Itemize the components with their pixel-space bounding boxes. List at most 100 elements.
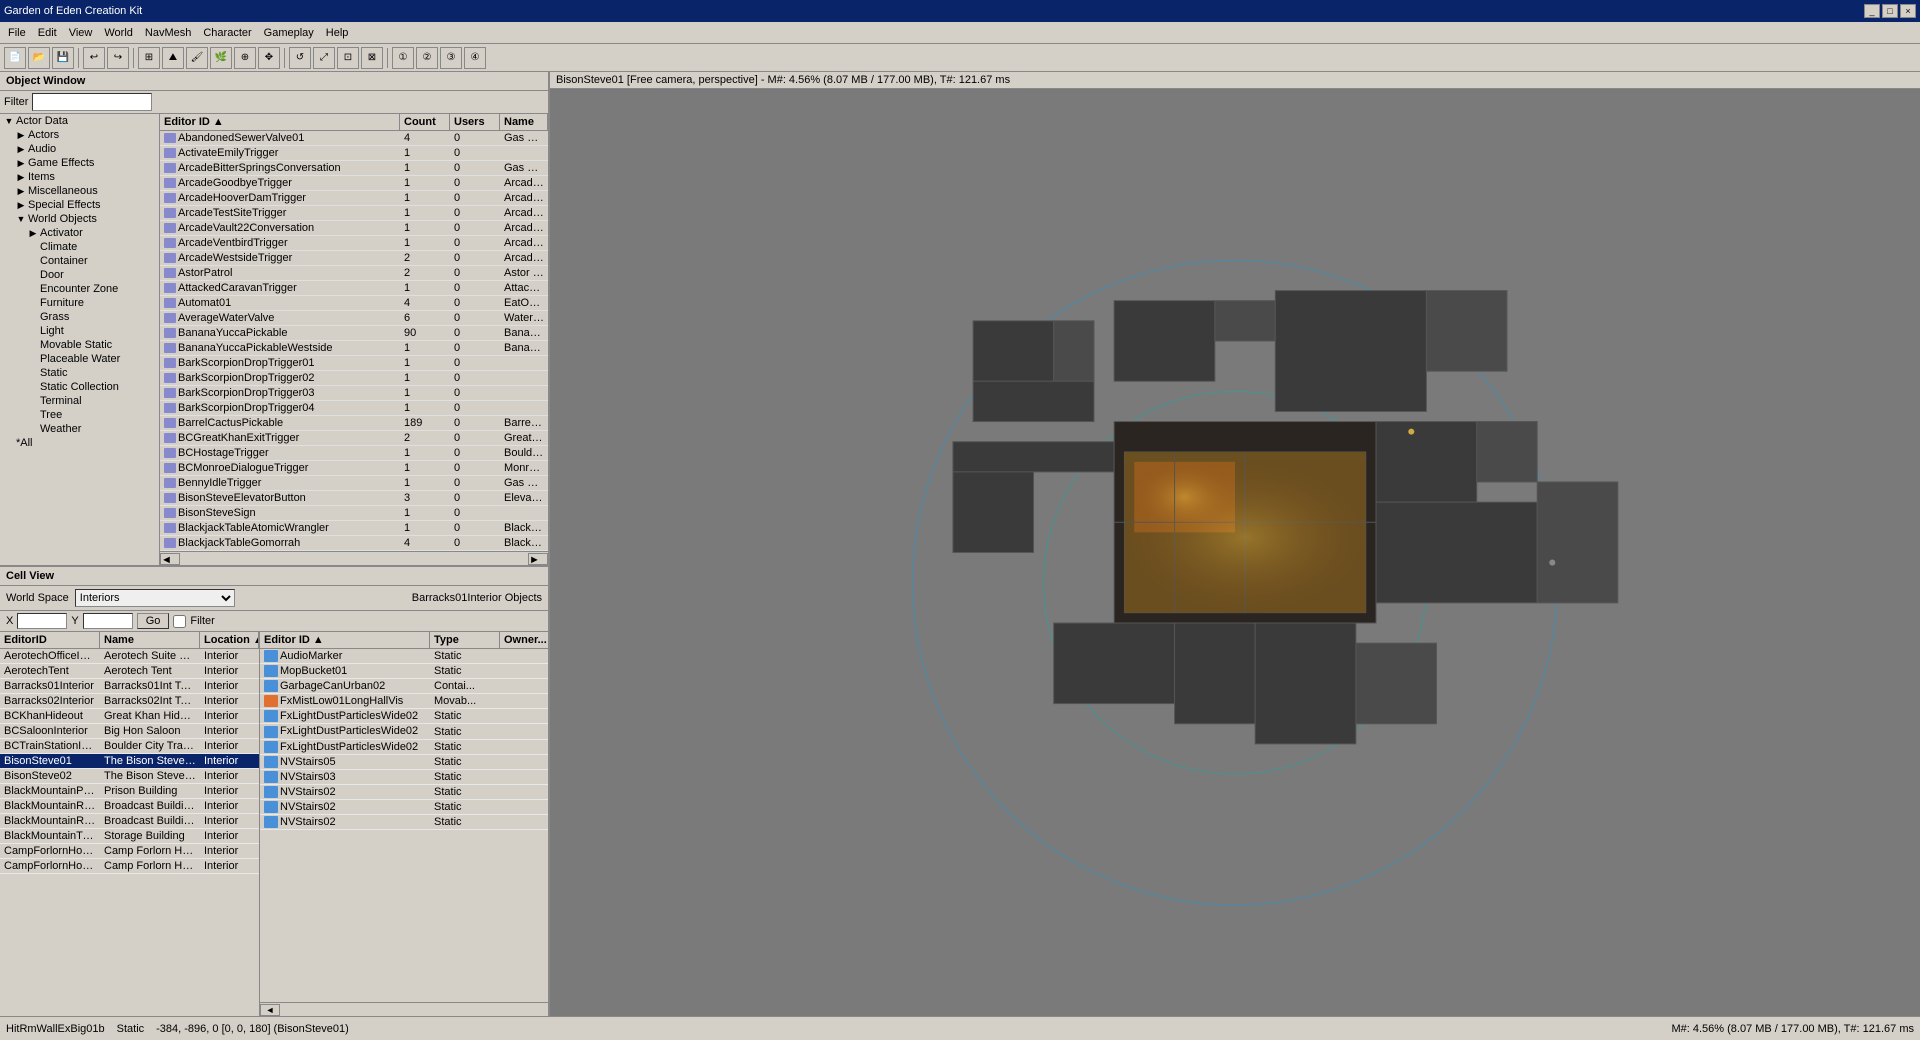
tree-weather[interactable]: Weather <box>0 422 159 436</box>
tree-climate[interactable]: Climate <box>0 240 159 254</box>
obj-list-row[interactable]: NVStairs03 Static <box>260 770 548 785</box>
tree-special-effects[interactable]: ▶ Special Effects <box>0 198 159 212</box>
select-button[interactable]: ⊕ <box>234 47 256 69</box>
object-list-row[interactable]: ArcadeWestsideTrigger 2 0 Arcade Westsid… <box>160 251 548 266</box>
object-list-row[interactable]: BlackjackTableGomorrah 4 0 Blackjack Tab… <box>160 536 548 551</box>
object-list-row[interactable]: ArcadeHooverDamTrigger 1 0 Arcade Hoover… <box>160 191 548 206</box>
object-list-row[interactable]: ActivateEmilyTrigger 1 0 <box>160 146 548 161</box>
obj-list-row[interactable]: FxLightDustParticlesWide02 Static <box>260 740 548 755</box>
paint-button[interactable]: 🖌 <box>186 47 208 69</box>
cell-list-row[interactable]: BlackMountainRadio Broadcast Building...… <box>0 799 259 814</box>
object-list-row[interactable]: AverageWaterValve 6 0 Water Valve <box>160 311 548 326</box>
tree-items[interactable]: ▶ Items <box>0 170 159 184</box>
new-button[interactable]: 📄 <box>4 47 26 69</box>
obj-list-row[interactable]: NVStairs02 Static <box>260 815 548 830</box>
tree-light[interactable]: Light <box>0 324 159 338</box>
scale-button[interactable]: ⤢ <box>313 47 335 69</box>
obj-list-row[interactable]: GarbageCanUrban02 Contai... <box>260 679 548 694</box>
cam4-button[interactable]: ④ <box>464 47 486 69</box>
menu-help[interactable]: Help <box>320 25 355 41</box>
grid-button[interactable]: ⊞ <box>138 47 160 69</box>
col-cell-name[interactable]: Name <box>100 632 200 648</box>
object-list-row[interactable]: AstorPatrol 2 0 Astor Patrol Stop <box>160 266 548 281</box>
menu-gameplay[interactable]: Gameplay <box>258 25 320 41</box>
minimize-button[interactable]: _ <box>1864 4 1880 18</box>
tool5[interactable]: ⊠ <box>361 47 383 69</box>
object-list-row[interactable]: AttackedCaravanTrigger 1 0 AttackedCarav… <box>160 281 548 296</box>
cell-list-row[interactable]: CampForlornHope01 Camp Forlorn Hope... I… <box>0 844 259 859</box>
menu-file[interactable]: File <box>2 25 32 41</box>
object-list-row[interactable]: ArcadeVentbirdTrigger 1 0 Arcade Ventbir… <box>160 236 548 251</box>
object-list-row[interactable]: BlackjackTableAtomicWrangler 1 0 Blackja… <box>160 521 548 536</box>
tree-actors[interactable]: ▶ Actors <box>0 128 159 142</box>
menu-navmesh[interactable]: NavMesh <box>139 25 197 41</box>
rotate-button[interactable]: ↺ <box>289 47 311 69</box>
cell-list-row[interactable]: BCKhanHideout Great Khan Hideou... Inter… <box>0 709 259 724</box>
cam3-button[interactable]: ③ <box>440 47 462 69</box>
object-list-row[interactable]: Automat01 4 0 EatOMatic 3000 <box>160 296 548 311</box>
go-button[interactable]: Go <box>137 613 170 629</box>
col-cell-editorid[interactable]: EditorID <box>0 632 100 648</box>
redo-button[interactable]: ↪ <box>107 47 129 69</box>
scroll-right-btn[interactable]: ► <box>528 553 548 565</box>
open-button[interactable]: 📂 <box>28 47 50 69</box>
maximize-button[interactable]: □ <box>1882 4 1898 18</box>
cell-list-row[interactable]: AerotechOfficeInterio... Aerotech Suite … <box>0 649 259 664</box>
menu-character[interactable]: Character <box>197 25 257 41</box>
scroll-left-btn[interactable]: ◄ <box>160 553 180 565</box>
cam1-button[interactable]: ① <box>392 47 414 69</box>
col-obj-type[interactable]: Type <box>430 632 500 648</box>
object-list-row[interactable]: BisonSteveSign 1 0 <box>160 506 548 521</box>
tree-activator[interactable]: ▶ Activator <box>0 226 159 240</box>
object-list-row[interactable]: BarkScorpionDropTrigger04 1 0 <box>160 401 548 416</box>
col-count[interactable]: Count <box>400 114 450 130</box>
object-list-row[interactable]: BananaYuccaPickable 90 0 Banana Yucca <box>160 326 548 341</box>
obj-scroll-x[interactable]: ◄ ► <box>260 1002 548 1016</box>
object-list-row[interactable]: ArcadeBitterSpringsConversation 1 0 Gas … <box>160 161 548 176</box>
object-list-row[interactable]: BarrelCactusPickable 189 0 Barrel Cactus <box>160 416 548 431</box>
menu-world[interactable]: World <box>98 25 139 41</box>
save-button[interactable]: 💾 <box>52 47 74 69</box>
world-space-select[interactable]: Interiors WastelandNV Zion <box>75 589 235 607</box>
tree-terminal[interactable]: Terminal <box>0 394 159 408</box>
object-list-row[interactable]: AbandonedSewerValve01 4 0 Gas Valve <box>160 131 548 146</box>
tree-misc[interactable]: ▶ Miscellaneous <box>0 184 159 198</box>
object-list-row[interactable]: BarkScorpionDropTrigger02 1 0 <box>160 371 548 386</box>
col-editor-id[interactable]: Editor ID ▲ <box>160 114 400 130</box>
cell-list-row[interactable]: BCTrainStationInterior Boulder City Trai… <box>0 739 259 754</box>
obj-list-row[interactable]: AudioMarker Static <box>260 649 548 664</box>
y-input[interactable] <box>83 613 133 629</box>
undo-button[interactable]: ↩ <box>83 47 105 69</box>
filter-checkbox[interactable] <box>173 615 186 628</box>
obj-list-row[interactable]: FxLightDustParticlesWide02 Static <box>260 709 548 724</box>
tree-movable-static[interactable]: Movable Static <box>0 338 159 352</box>
cell-list-row[interactable]: Barracks02Interior Barracks02Int Tem... … <box>0 694 259 709</box>
col-obj-editorid[interactable]: Editor ID ▲ <box>260 632 430 648</box>
tree-grass[interactable]: Grass <box>0 310 159 324</box>
tree-all[interactable]: *All <box>0 436 159 450</box>
obj-list-row[interactable]: FxLightDustParticlesWide02 Static <box>260 724 548 739</box>
tree-placeable-water[interactable]: Placeable Water <box>0 352 159 366</box>
cell-list-row[interactable]: BisonSteve02 The Bison Steve H... Interi… <box>0 769 259 784</box>
snap-button[interactable]: ⊡ <box>337 47 359 69</box>
obj-list-row[interactable]: NVStairs02 Static <box>260 800 548 815</box>
viewport[interactable] <box>550 89 1920 1016</box>
tree-static-collection[interactable]: Static Collection <box>0 380 159 394</box>
object-list-row[interactable]: ArcadeTestSiteTrigger 1 0 Arcade Test Si… <box>160 206 548 221</box>
tree-encounter-zone[interactable]: Encounter Zone <box>0 282 159 296</box>
col-name[interactable]: Name <box>500 114 548 130</box>
tree-tree[interactable]: Tree <box>0 408 159 422</box>
cell-list-row[interactable]: AerotechTent Aerotech Tent Interior <box>0 664 259 679</box>
cell-list-row[interactable]: BlackMountainTreas... Storage Building I… <box>0 829 259 844</box>
object-list-row[interactable]: BananaYuccaPickableWestside 1 0 Banana Y… <box>160 341 548 356</box>
move-button[interactable]: ✥ <box>258 47 280 69</box>
obj-list-row[interactable]: MopBucket01 Static <box>260 664 548 679</box>
obj-list-row[interactable]: NVStairs02 Static <box>260 785 548 800</box>
col-users[interactable]: Users <box>450 114 500 130</box>
object-list-row[interactable]: BCGreatKhanExitTrigger 2 0 Great Khan Ex… <box>160 431 548 446</box>
col-obj-owner[interactable]: Owner... <box>500 632 548 648</box>
object-list-row[interactable]: ArcadeVault22Conversation 1 0 Arcade Vau… <box>160 221 548 236</box>
tree-world-objects[interactable]: ▼ World Objects <box>0 212 159 226</box>
cell-list-row[interactable]: BisonSteve01 The Bison Steve H... Interi… <box>0 754 259 769</box>
object-list-row[interactable]: BCHostageTrigger 1 0 Boulder City Hostag… <box>160 446 548 461</box>
